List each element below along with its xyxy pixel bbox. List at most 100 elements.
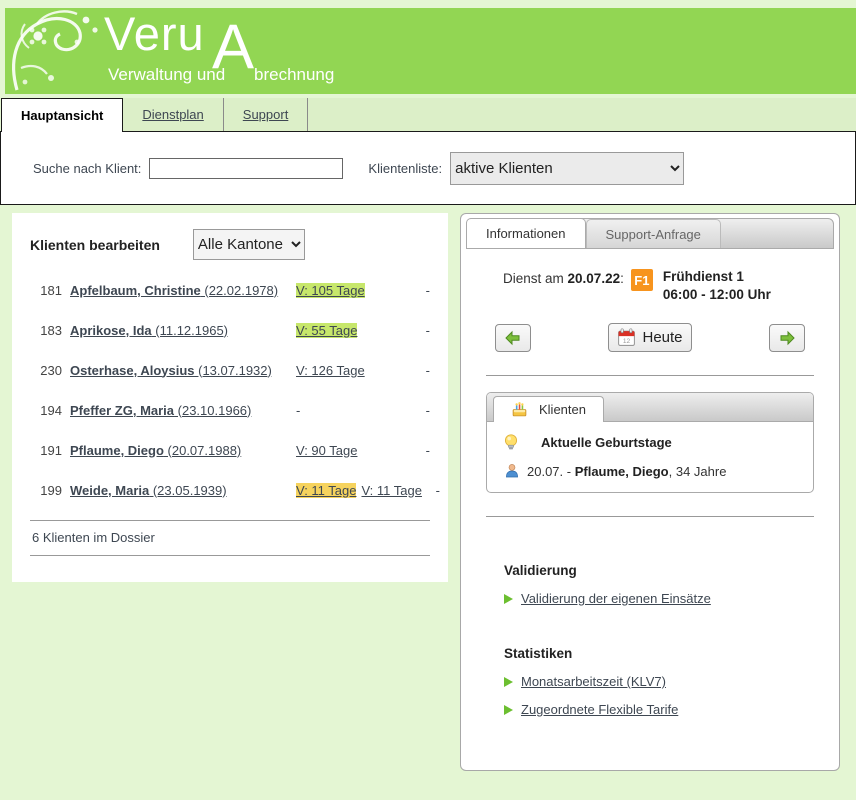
next-day-button[interactable] — [769, 324, 805, 352]
extra-dash: - — [420, 283, 430, 298]
info-panel: Informationen Support-Anfrage Dienst am … — [460, 213, 840, 771]
tab-informationen[interactable]: Informationen — [466, 218, 586, 248]
statistics-heading: Statistiken — [504, 646, 839, 661]
extra-dash: - — [420, 403, 430, 418]
validation-link-row: Validierung der eigenen Einsätze — [504, 591, 839, 606]
tab-support-anfrage-label: Support-Anfrage — [606, 227, 701, 242]
tab-dienstplan-link[interactable]: Dienstplan — [142, 107, 203, 122]
tab-hauptansicht[interactable]: Hauptansicht — [1, 98, 123, 132]
calendar-icon: 12 — [617, 328, 636, 347]
validation-days-link[interactable]: V: 55 Tage — [296, 323, 357, 338]
validation-cell: V: 105 Tage — [296, 283, 412, 298]
duty-prefix: Dienst am — [503, 271, 568, 286]
validation-cell: V: 55 Tage — [296, 323, 412, 338]
info-tabbar: Informationen Support-Anfrage — [466, 218, 834, 249]
duty-colon: : — [620, 271, 624, 286]
client-rows: 181Apfelbaum, Christine (22.02.1978)V: 1… — [12, 270, 448, 510]
clients-panel-header: Klienten bearbeiten Alle Kantone — [12, 213, 448, 266]
tab-klienten-label: Klienten — [539, 402, 586, 417]
extra-dash: - — [420, 323, 430, 338]
client-id: 194 — [30, 403, 62, 418]
tab-dienstplan[interactable]: Dienstplan — [123, 98, 223, 131]
arrow-right-icon — [778, 329, 796, 347]
birthdays-heading-row: Aktuelle Geburtstage — [502, 433, 800, 452]
validation-cell: V: 126 Tage — [296, 363, 412, 378]
birthday-entry: 20.07. - Pflaume, Diego, 34 Jahre — [504, 463, 800, 479]
validation-days-link[interactable]: V: 126 Tage — [296, 363, 365, 378]
client-id: 199 — [30, 483, 62, 498]
arrow-left-icon — [504, 329, 522, 347]
client-list-select[interactable]: aktive Klienten — [450, 152, 684, 185]
today-button-label: Heute — [642, 329, 682, 346]
client-row: 194 Pfeffer ZG, Maria (23.10.1966) - - — [12, 390, 448, 430]
birthday-entry-text: 20.07. - Pflaume, Diego, 34 Jahre — [527, 464, 726, 479]
statistics-link-flexible-tarife[interactable]: Zugeordnete Flexible Tarife — [521, 702, 678, 717]
main-tabstrip: Hauptansicht Dienstplan Support — [1, 98, 856, 132]
validation-cell: V: 90 Tage — [296, 443, 412, 458]
tab-support-link[interactable]: Support — [243, 107, 289, 122]
logo-text: Veru — [104, 8, 205, 61]
green-triangle-icon — [504, 705, 513, 715]
client-name-link[interactable]: Osterhase, Aloysius (13.07.1932) — [70, 363, 272, 378]
divider — [486, 516, 814, 517]
prev-day-button[interactable] — [495, 324, 531, 352]
client-count-footer: 6 Klienten im Dossier — [30, 520, 430, 556]
duty-shift-time: 06:00 - 12:00 Uhr — [663, 287, 771, 302]
tab-support-anfrage[interactable]: Support-Anfrage — [586, 219, 721, 248]
client-name-link[interactable]: Pfeffer ZG, Maria (23.10.1966) — [70, 403, 251, 418]
statistics-link-row: Zugeordnete Flexible Tarife — [504, 702, 839, 717]
logo-subtitle-right: brechnung — [254, 65, 334, 85]
client-name-link[interactable]: Weide, Maria (23.05.1939) — [70, 483, 227, 498]
client-name-link[interactable]: Pflaume, Diego (20.07.1988) — [70, 443, 241, 458]
client-id: 183 — [30, 323, 62, 338]
logo-subtitle-left: Verwaltung und — [108, 65, 225, 85]
birthday-entry-name: Pflaume, Diego — [575, 464, 669, 479]
client-name-link[interactable]: Apfelbaum, Christine (22.02.1978) — [70, 283, 278, 298]
tabstrip-filler — [308, 98, 856, 131]
tab-informationen-label: Informationen — [486, 226, 566, 241]
divider — [486, 375, 814, 376]
client-list-label: Klientenliste: — [368, 161, 442, 176]
extra-dash: - — [420, 363, 430, 378]
validation-days-link[interactable]: V: 11 Tage — [361, 483, 421, 498]
client-row: 191 Pflaume, Diego (20.07.1988) V: 90 Tage… — [12, 430, 448, 470]
search-panel: Suche nach Klient: Klientenliste: aktive… — [0, 131, 856, 205]
shift-badge: F1 — [631, 269, 653, 291]
duty-label: Dienst am 20.07.22: — [503, 271, 624, 286]
statistics-link-row: Monatsarbeitszeit (KLV7) — [504, 674, 839, 689]
validation-link[interactable]: Validierung der eigenen Einsätze — [521, 591, 711, 606]
duty-info: Dienst am 20.07.22: F1 Frühdienst 1 06:0… — [461, 268, 839, 304]
statistics-link-monatsarbeitszeit[interactable]: Monatsarbeitszeit (KLV7) — [521, 674, 666, 689]
client-id: 191 — [30, 443, 62, 458]
search-label: Suche nach Klient: — [33, 161, 141, 176]
tab-klienten[interactable]: Klienten — [493, 396, 604, 422]
birthday-entry-age: , 34 Jahre — [669, 464, 727, 479]
empty-dash: - — [296, 403, 300, 418]
tab-hauptansicht-label: Hauptansicht — [21, 108, 103, 123]
svg-text:12: 12 — [623, 338, 631, 345]
search-input[interactable] — [149, 158, 343, 179]
person-icon — [504, 463, 520, 479]
duty-shift-name: Frühdienst 1 — [663, 269, 744, 284]
birthdays-box: Klienten Aktuelle Geburt — [486, 392, 814, 493]
extra-dash: - — [430, 483, 440, 498]
validation-heading: Validierung — [504, 563, 839, 578]
client-row: 199 Weide, Maria (23.05.1939) V: 11 Tage V:… — [12, 470, 448, 510]
validation-days-link[interactable]: V: 11 Tage — [296, 483, 356, 498]
validation-days-link[interactable]: V: 90 Tage — [296, 443, 357, 458]
duty-shift-text: Frühdienst 1 06:00 - 12:00 Uhr — [663, 268, 771, 304]
page: Veru A Verwaltung und brechnung Hauptans… — [0, 8, 856, 800]
client-name-link[interactable]: Aprikose, Ida (11.12.1965) — [70, 323, 228, 338]
tab-support[interactable]: Support — [224, 98, 309, 131]
validation-days-link[interactable]: V: 105 Tage — [296, 283, 365, 298]
clients-panel-title: Klienten bearbeiten — [30, 237, 160, 253]
green-triangle-icon — [504, 677, 513, 687]
floral-ornament-icon — [7, 8, 105, 94]
client-row: 181Apfelbaum, Christine (22.02.1978)V: 1… — [12, 270, 448, 310]
birthdays-tabbar: Klienten — [487, 393, 813, 422]
today-button[interactable]: 12 Heute — [608, 323, 691, 352]
birthday-cake-icon — [511, 401, 528, 418]
canton-filter-select[interactable]: Alle Kantone — [193, 229, 305, 260]
extra-dash: - — [420, 443, 430, 458]
validation-cell: - — [296, 403, 412, 418]
